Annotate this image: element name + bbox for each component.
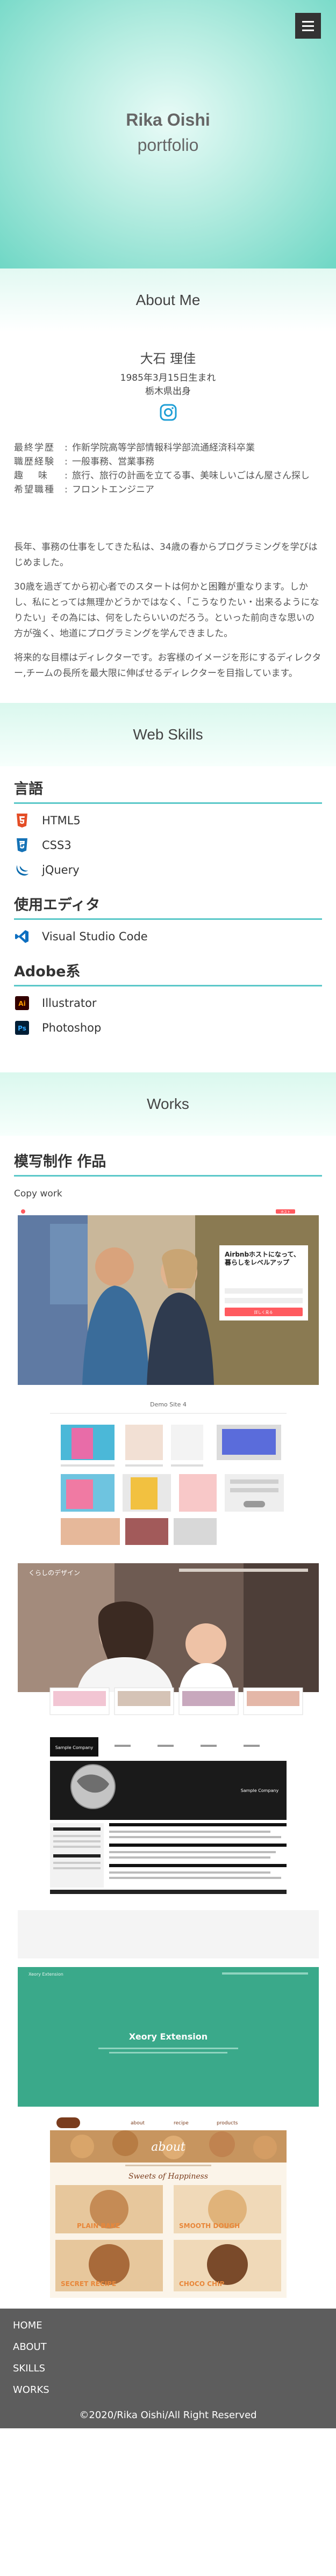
svg-text:Sample Company: Sample Company	[55, 1745, 93, 1750]
skill-item: Ps Photoshop	[14, 1020, 322, 1036]
skill-group: 使用エディタ Visual Studio Code	[14, 893, 322, 960]
footer-nav-works[interactable]: WORKS	[13, 2384, 49, 2396]
footer-nav-home[interactable]: HOME	[13, 2320, 42, 2331]
instagram-icon[interactable]	[159, 403, 177, 422]
menu-bar-icon	[302, 25, 314, 27]
profile-value: 旅行、旅行の計画を立てる事、美味しいごはん屋さん探し	[72, 470, 310, 481]
profile-value: 一般事務、営業事務	[72, 456, 154, 467]
about-section-title: About Me	[0, 269, 336, 332]
skill-item: jQuery	[14, 862, 322, 878]
svg-text:PLAIN BAKE: PLAIN BAKE	[77, 2222, 120, 2230]
hero-title: Rika Oishi	[126, 110, 210, 129]
copyright: ©2020/Rika Oishi/All Right Reserved	[79, 2410, 257, 2421]
work-thumbnail-sample-company[interactable]: Sample Company Sample Company	[17, 1733, 319, 1958]
illustrator-icon: Ai	[14, 995, 30, 1011]
skill-label: Photoshop	[42, 1021, 102, 1034]
about-paragraph: 長年、事務の仕事をしてきた私は、34歳の春からプログラミングを学びはじめました。	[14, 542, 318, 568]
profile-birth: 1985年3月15日生まれ	[120, 373, 216, 383]
footer-nav-about[interactable]: ABOUT	[13, 2341, 47, 2353]
skill-label: HTML5	[42, 814, 81, 827]
skill-group: Adobe系 Ai Illustrator Ps Photoshop	[14, 960, 322, 1051]
works-section-title: Works	[0, 1072, 336, 1136]
skill-group-heading: 言語	[14, 777, 322, 804]
svg-text:Ai: Ai	[18, 1000, 25, 1007]
profile-table: 最終学歴 : 作新学院高等学部情報科学部流通経済科卒業 職歴経験 : 一般事務、…	[14, 441, 322, 497]
about-paragraph: 30歳を過ぎてから初心者でのスタートは何かと困難が重なります。しかし、私にとって…	[14, 582, 319, 639]
svg-text:Demo Site 4: Demo Site 4	[150, 1401, 187, 1408]
work-thumbnail-xeory[interactable]: Xeory Extension Xeory Extension	[17, 1967, 319, 2107]
about-paragraph: 将来的な目標はディレクターです。お客様のイメージを形にするディレクター,チームの…	[14, 652, 321, 679]
svg-text:SMOOTH DOUGH: SMOOTH DOUGH	[179, 2222, 240, 2230]
svg-text:ホスト: ホスト	[280, 1210, 290, 1214]
skill-item: Ai Illustrator	[14, 995, 322, 1011]
svg-text:products: products	[217, 2121, 238, 2126]
work-thumbnail-kurashi[interactable]: くらしのデザイン	[17, 1563, 319, 1724]
hero-subtitle: portfolio	[137, 135, 199, 155]
skill-item: Visual Studio Code	[14, 928, 322, 945]
hero: Rika Oishi portfolio	[0, 0, 336, 269]
hamburger-menu-button[interactable]	[295, 13, 321, 39]
svg-text:SECRET RECIPE: SECRET RECIPE	[61, 2280, 116, 2288]
profile-row: 趣味 : 旅行、旅行の計画を立てる事、美味しいごはん屋さん探し	[14, 469, 322, 483]
vscode-icon	[14, 928, 30, 945]
photoshop-icon: Ps	[14, 1020, 30, 1036]
skills-section: 言語 HTML5 CSS3 jQuery 使用エディタ Visual Studi…	[0, 766, 336, 1072]
skill-label: Illustrator	[42, 997, 97, 1010]
svg-text:Sweets of Happiness: Sweets of Happiness	[128, 2172, 208, 2181]
profile-row: 希望職種 : フロントエンジニア	[14, 483, 322, 497]
works-heading: 模写制作 作品	[14, 1150, 322, 1177]
svg-text:about: about	[151, 2140, 185, 2154]
profile-label: 趣味	[14, 470, 62, 481]
skill-item: HTML5	[14, 812, 322, 829]
work-thumbnail-demo-site[interactable]: Demo Site 4	[17, 1394, 319, 1555]
svg-text:詳しく見る: 詳しく見る	[254, 1310, 273, 1315]
about-section: 大石 理佳 1985年3月15日生まれ 栃木県出身 最終学歴 : 作新学院高等学…	[0, 332, 336, 703]
profile-value: 作新学院高等学部情報科学部流通経済科卒業	[72, 442, 255, 453]
jquery-icon	[14, 862, 30, 878]
menu-bar-icon	[302, 29, 314, 31]
work-thumbnail-cookie[interactable]: about recipe products about Sweets of Ha…	[17, 2115, 319, 2298]
skills-section-title: Web Skills	[0, 703, 336, 766]
svg-text:recipe: recipe	[174, 2121, 189, 2126]
work-thumbnail-airbnb[interactable]: ホスト Airbnbホストになって、暮らしをレベルアップ 詳しく見る	[17, 1208, 319, 1385]
skill-group-heading: 使用エディタ	[14, 893, 322, 920]
footer-nav-skills[interactable]: SKILLS	[13, 2363, 45, 2374]
profile-label: 希望職種	[14, 484, 55, 495]
svg-text:Sample Company: Sample Company	[240, 1788, 278, 1793]
profile-row: 職歴経験 : 一般事務、営業事務	[14, 455, 322, 469]
profile-label: 最終学歴	[14, 442, 55, 453]
skill-item: CSS3	[14, 837, 322, 853]
svg-text:くらしのデザイン: くらしのデザイン	[28, 1569, 80, 1577]
skill-label: jQuery	[42, 863, 80, 876]
svg-text:Ps: Ps	[18, 1025, 26, 1032]
skill-group: 言語 HTML5 CSS3 jQuery	[14, 777, 322, 893]
skill-label: Visual Studio Code	[42, 930, 148, 943]
profile-value: フロントエンジニア	[72, 484, 154, 495]
svg-text:about: about	[131, 2121, 145, 2126]
profile-hometown: 栃木県出身	[145, 386, 191, 397]
menu-bar-icon	[302, 20, 314, 23]
profile-label: 職歴経験	[14, 456, 55, 467]
skill-group-heading: Adobe系	[14, 960, 322, 986]
works-section: 模写制作 作品 Copy work ホスト Airbnbホストになって、暮らしを…	[0, 1136, 336, 2309]
footer-nav: HOME ABOUT SKILLS WORKS	[0, 2315, 336, 2401]
skill-label: CSS3	[42, 839, 72, 852]
profile-row: 最終学歴 : 作新学院高等学部情報科学部流通経済科卒業	[14, 441, 322, 455]
copy-work-label: Copy work	[14, 1188, 62, 1199]
svg-text:Xeory Extension: Xeory Extension	[28, 1972, 63, 1977]
svg-text:CHOCO CHIP: CHOCO CHIP	[179, 2280, 225, 2288]
html5-icon	[14, 812, 30, 829]
svg-text:Xeory Extension: Xeory Extension	[128, 2031, 207, 2042]
profile-name: 大石 理佳	[140, 351, 196, 366]
footer: HOME ABOUT SKILLS WORKS ©2020/Rika Oishi…	[0, 2309, 336, 2428]
css3-icon	[14, 837, 30, 853]
